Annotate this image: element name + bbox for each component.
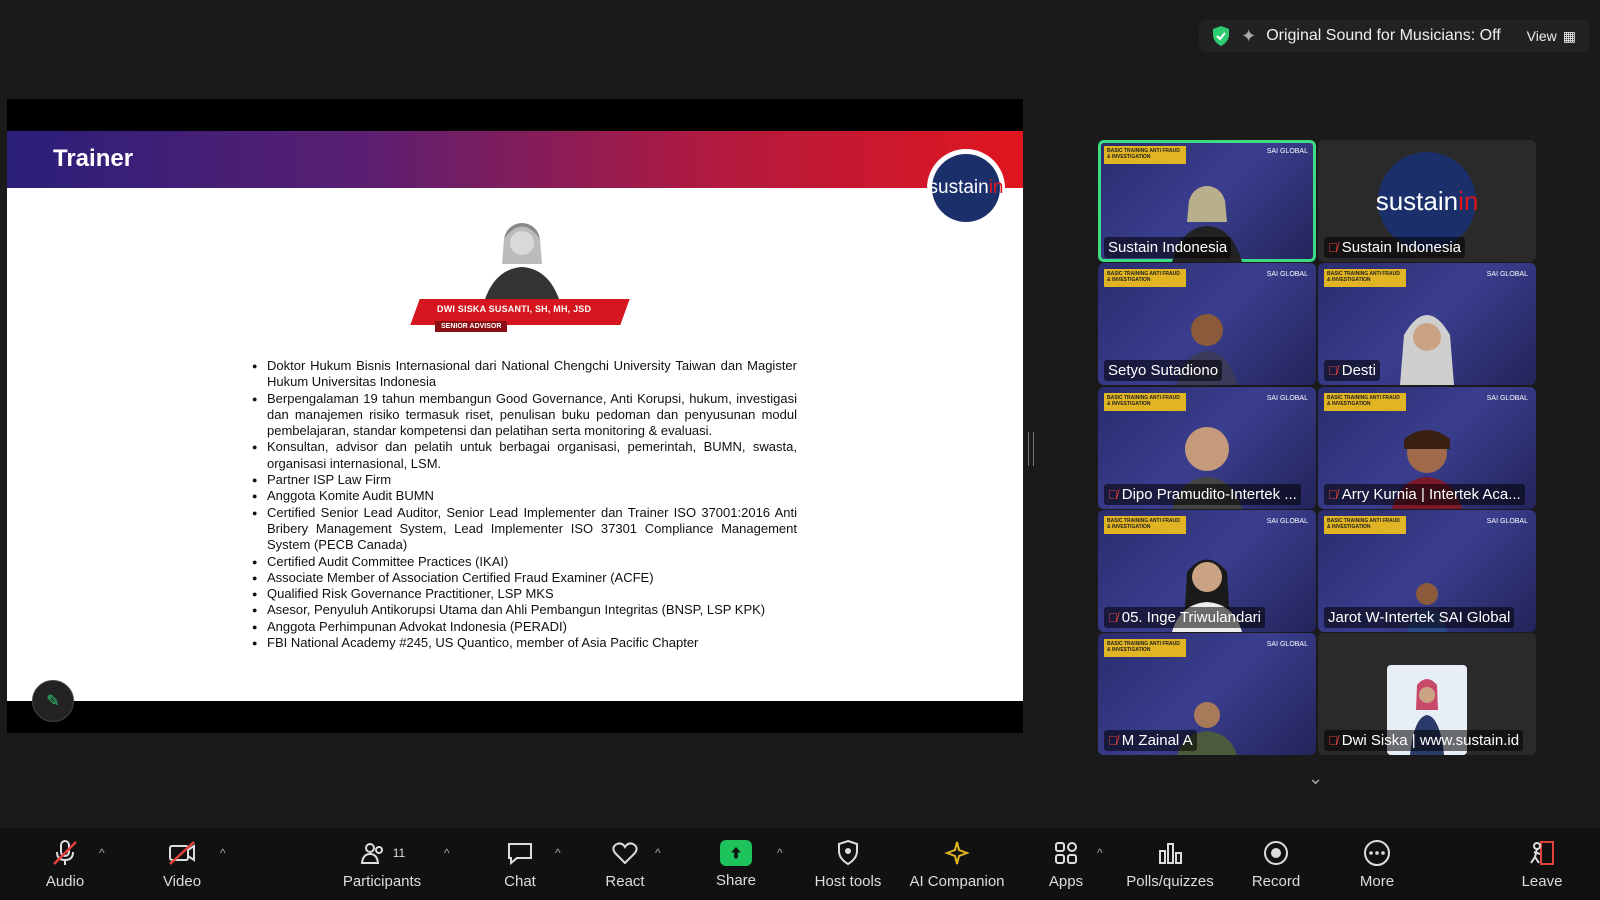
participant-tile[interactable]: sustain in 🎙̸ Sustain Indonesia (1318, 140, 1536, 262)
record-button[interactable]: Record (1248, 828, 1304, 900)
sparkle-icon: ✦ (1241, 25, 1257, 46)
more-button[interactable]: More (1355, 828, 1399, 900)
heart-icon (612, 841, 638, 864)
participant-name: 🎙̸ Sustain Indonesia (1324, 237, 1466, 258)
mic-muted-icon: 🎙̸ (1108, 610, 1118, 625)
mic-muted-icon: 🎙̸ (1108, 733, 1118, 748)
list-item: Konsultan, advisor dan pelatih untuk ber… (252, 439, 797, 472)
list-item: Qualified Risk Governance Practitioner, … (252, 586, 797, 603)
pencil-icon: ✎ (46, 693, 60, 710)
original-sound-status[interactable]: Original Sound for Musicians: Off (1266, 27, 1500, 45)
grid-view-icon: ▦ (1562, 27, 1576, 44)
participants-count: 11 (392, 845, 406, 860)
participant-tile[interactable]: BASIC TRAINING ANTI FRAUD & INVESTIGATIO… (1318, 263, 1536, 385)
react-button[interactable]: React (604, 828, 646, 900)
list-item: Certified Audit Committee Practices (IKA… (252, 554, 797, 571)
slide-title: Trainer (53, 145, 134, 172)
list-item: Asesor, Penyuluh Antikorupsi Utama dan A… (252, 602, 797, 619)
list-item: Partner ISP Law Firm (252, 472, 797, 489)
list-item: Associate Member of Association Certifie… (252, 570, 797, 587)
list-item: Berpengalaman 19 tahun membangun Good Go… (252, 391, 797, 440)
leave-icon (1530, 840, 1554, 865)
participant-video (1400, 315, 1454, 385)
share-arrow-icon (720, 839, 752, 866)
participant-tile[interactable]: BASIC TRAINING ANTI FRAUD & INVESTIGATIO… (1098, 263, 1316, 385)
participant-name: 🎙̸ Dipo Pramudito-Intertek ... (1104, 484, 1301, 505)
slide-header: Trainer (7, 131, 1023, 188)
list-item: Certified Senior Lead Auditor, Senior Le… (252, 505, 797, 554)
trainer-role: SENIOR ADVISOR (435, 321, 508, 332)
list-item: Doktor Hukum Bisnis Internasional dari N… (252, 358, 797, 391)
trainer-name: DWI SISKA SUSANTI, SH, MH, JSD (437, 304, 592, 314)
mic-muted-icon: 🎙̸ (1328, 363, 1338, 378)
participant-tile[interactable]: BASIC TRAINING ANTI FRAUD & INVESTIGATIO… (1098, 510, 1316, 632)
view-button[interactable]: View ▦ (1527, 28, 1576, 45)
participant-name: Jarot W-Intertek SAI Global (1324, 607, 1515, 628)
participant-name: 🎙̸ 05. Inge Triwulandari (1104, 607, 1265, 628)
react-options-caret[interactable]: ^ (655, 846, 661, 860)
chat-options-caret[interactable]: ^ (555, 846, 561, 860)
chevron-down-icon[interactable]: ⌄ (1308, 768, 1323, 789)
participant-tile[interactable]: BASIC TRAINING ANTI FRAUD & INVESTIGATIO… (1318, 387, 1536, 509)
list-item: FBI National Academy #245, US Quantico, … (252, 635, 797, 652)
share-button[interactable]: Share (716, 828, 756, 900)
chat-button[interactable]: Chat (500, 828, 540, 900)
mic-muted-icon: 🎙̸ (1328, 240, 1338, 255)
share-options-caret[interactable]: ^ (777, 846, 783, 860)
participant-name: 🎙̸ M Zainal A (1104, 730, 1197, 751)
apps-options-caret[interactable]: ^ (1097, 846, 1103, 860)
video-options-caret[interactable]: ^ (220, 846, 226, 860)
video-button[interactable]: Video (157, 828, 207, 900)
participant-name: Sustain Indonesia (1104, 237, 1232, 258)
sparkle-icon (944, 841, 970, 864)
shield-icon (838, 839, 858, 865)
participant-tile[interactable]: BASIC TRAINING ANTI FRAUD & INVESTIGATIO… (1098, 140, 1316, 262)
shield-check-icon (1213, 26, 1230, 46)
meeting-toolbar: Audio ^ Video ^ 11 Participants ^ Chat ^… (0, 828, 1600, 900)
participant-name: 🎙̸ Desti (1324, 360, 1380, 381)
annotate-button[interactable]: ✎ (32, 680, 74, 722)
ai-companion-button[interactable]: AI Companion (905, 828, 1009, 900)
participant-tile[interactable]: BASIC TRAINING ANTI FRAUD & INVESTIGATIO… (1098, 633, 1316, 755)
audio-button[interactable]: Audio (40, 828, 90, 900)
bar-chart-icon (1159, 842, 1182, 864)
sustain-logo: sustain in (1376, 152, 1478, 250)
split-resize-handle[interactable] (1028, 432, 1034, 466)
participant-tile[interactable]: BASIC TRAINING ANTI FRAUD & INVESTIGATIO… (1098, 387, 1316, 509)
audio-options-caret[interactable]: ^ (99, 846, 105, 860)
presentation-slide: Trainer sustain in DWI SISKA SUSANTI, SH,… (7, 131, 1023, 701)
host-tools-button[interactable]: Host tools (808, 828, 888, 900)
apps-icon (1055, 841, 1077, 864)
list-item: Anggota Komite Audit BUMN (252, 488, 797, 505)
participant-tile[interactable]: BASIC TRAINING ANTI FRAUD & INVESTIGATIO… (1318, 510, 1536, 632)
participant-gallery: BASIC TRAINING ANTI FRAUD & INVESTIGATIO… (1098, 140, 1538, 760)
participants-options-caret[interactable]: ^ (444, 846, 450, 860)
video-off-icon (169, 840, 195, 865)
record-icon (1264, 840, 1288, 865)
chat-icon (508, 842, 532, 865)
mic-muted-icon: 🎙̸ (1108, 487, 1118, 502)
shared-screen: Trainer sustain in DWI SISKA SUSANTI, SH,… (7, 99, 1023, 733)
polls-button[interactable]: Polls/quizzes (1125, 828, 1215, 900)
participants-icon (360, 842, 383, 864)
mic-muted-icon (53, 839, 77, 865)
participant-name: 🎙̸ Dwi Siska | www.sustain.id (1324, 730, 1524, 751)
mic-muted-icon: 🎙̸ (1328, 487, 1338, 502)
trainer-credentials: Doktor Hukum Bisnis Internasional dari N… (252, 358, 797, 652)
leave-button[interactable]: Leave (1520, 828, 1564, 900)
sustain-logo: sustain in (927, 149, 1005, 227)
audio-status-bar: ✦ Original Sound for Musicians: Off View… (1199, 20, 1590, 52)
apps-button[interactable]: Apps (1046, 828, 1086, 900)
more-icon (1364, 839, 1390, 866)
participant-name: Setyo Sutadiono (1104, 360, 1223, 381)
participant-tile[interactable]: 🎙̸ Dwi Siska | www.sustain.id (1318, 633, 1536, 755)
list-item: Anggota Perhimpunan Advokat Indonesia (P… (252, 619, 797, 636)
mic-muted-icon: 🎙̸ (1328, 733, 1338, 748)
participant-name: 🎙̸ Arry Kurnia | Intertek Aca... (1324, 484, 1525, 505)
participants-button[interactable]: 11 Participants (337, 828, 427, 900)
trainer-photo (482, 223, 562, 309)
